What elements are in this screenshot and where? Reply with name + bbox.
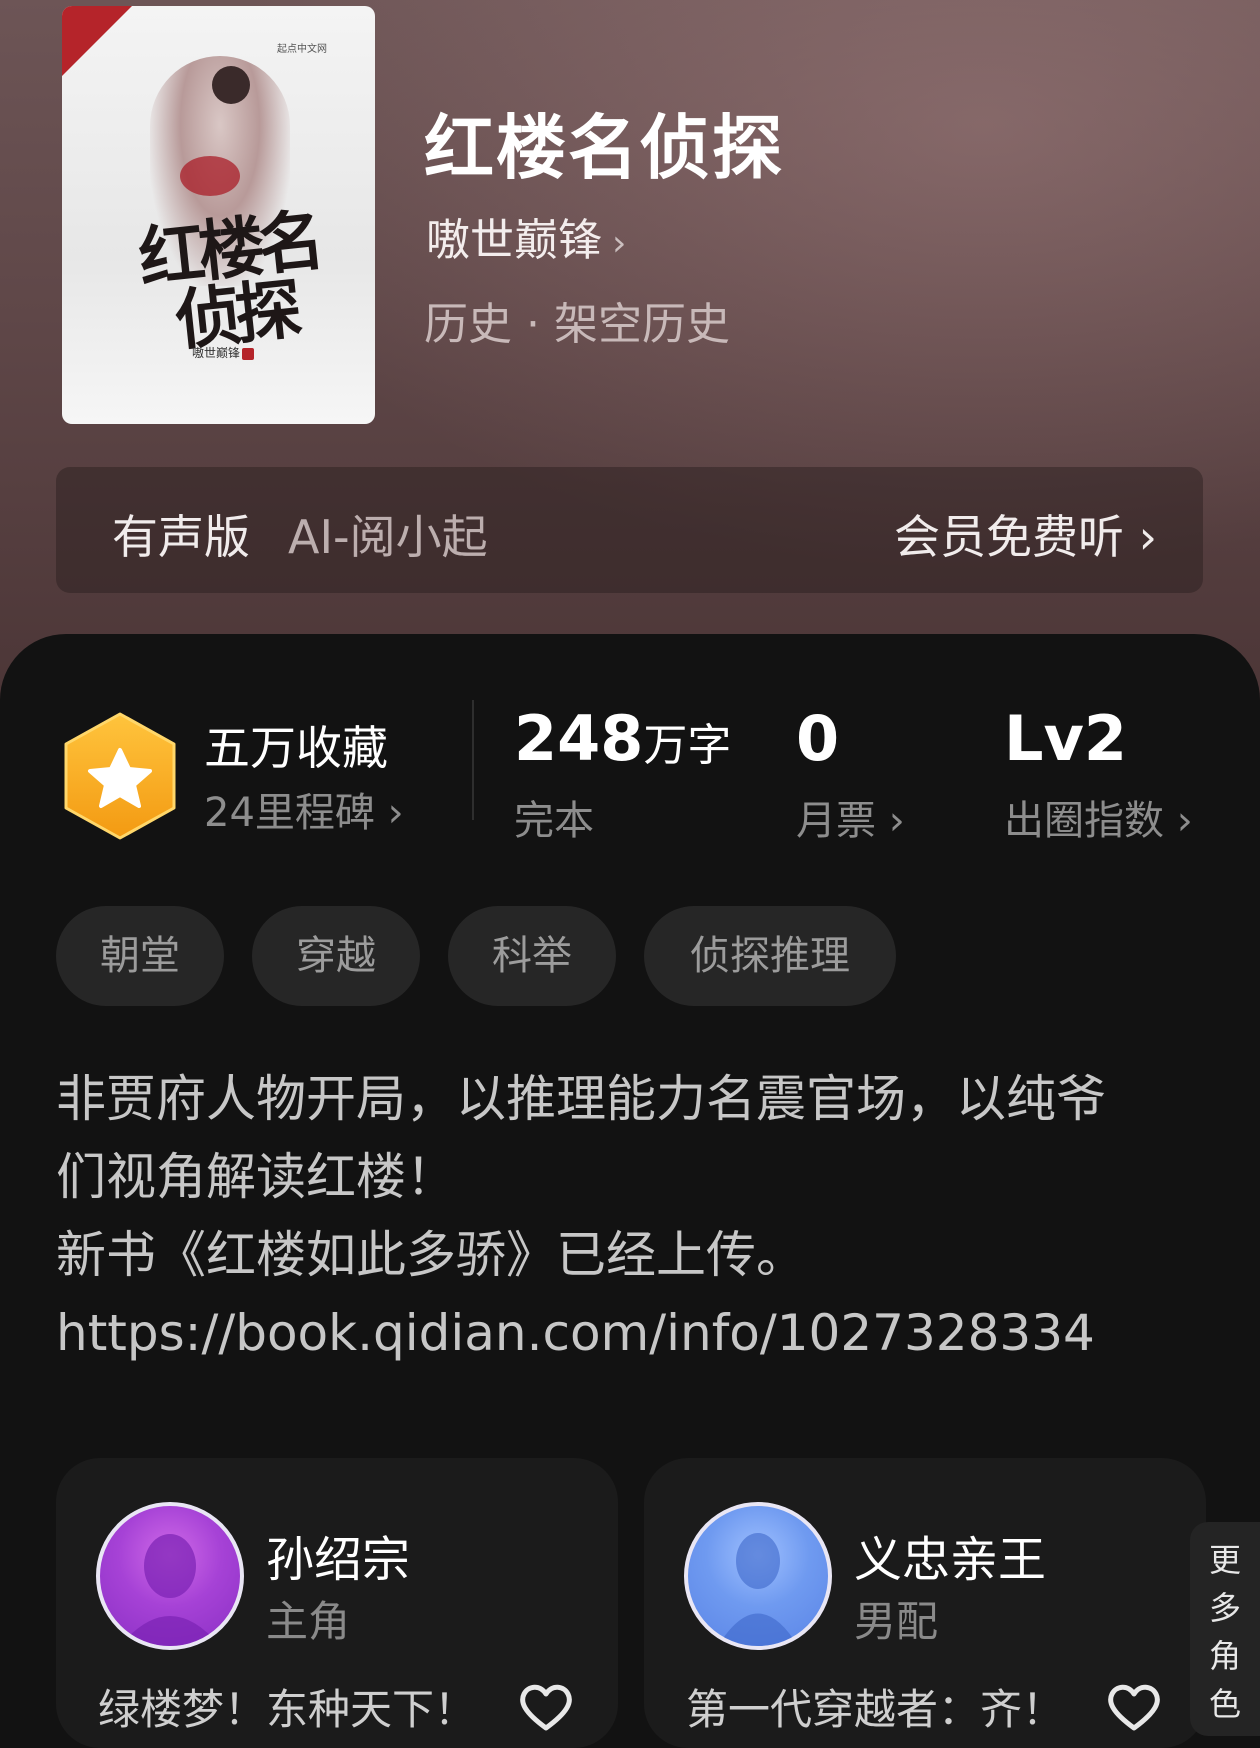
role-type: 男配	[854, 1597, 939, 1646]
chevron-right-icon: ›	[612, 223, 627, 264]
book-cover-image[interactable]: 起点中文网 红楼名侦探 嗷世巅锋	[62, 6, 375, 424]
popularity-index-link[interactable]: 出圈指数 ›	[1004, 788, 1193, 846]
person-silhouette-icon	[718, 1533, 798, 1646]
cover-figure-accent	[180, 156, 240, 196]
cover-publisher-text: 起点中文网	[277, 44, 327, 55]
more-roles-char: 更	[1208, 1541, 1241, 1579]
heart-icon[interactable]	[1106, 1682, 1162, 1732]
cover-author-text: 嗷世巅锋	[192, 344, 255, 361]
monthly-ticket-link[interactable]: 月票 ›	[796, 788, 905, 846]
milestone-link[interactable]: 24里程碑 ›	[204, 780, 404, 838]
star-badge-icon	[64, 712, 176, 840]
audio-label: 有声版	[112, 510, 250, 564]
monthly-ticket-count[interactable]: 0	[796, 702, 839, 775]
more-roles-char: 色	[1208, 1685, 1241, 1723]
role-name: 孙绍宗	[266, 1532, 411, 1588]
role-quote: 第一代穿越者：齐！	[686, 1685, 1065, 1734]
tag-chip[interactable]: 穿越	[252, 906, 420, 1006]
description-line: 们视角解读红楼！	[56, 1148, 456, 1206]
completion-status: 完本	[514, 798, 594, 844]
popularity-level[interactable]: Lv2	[1004, 702, 1127, 775]
description-line: 新书《红楼如此多骄》已经上传。	[56, 1226, 806, 1284]
book-description: 非贾府人物开局，以推理能力名震官场，以纯爷 们视角解读红楼！ 新书《红楼如此多骄…	[56, 1060, 1206, 1372]
role-type: 主角	[266, 1597, 351, 1646]
tag-chip[interactable]: 侦探推理	[644, 906, 896, 1006]
cover-author-seal	[242, 347, 255, 360]
milestone-title[interactable]: 五万收藏	[204, 712, 388, 778]
role-avatar	[684, 1502, 832, 1650]
word-count-number: 248	[514, 702, 644, 775]
description-link[interactable]: https://book.qidian.com/info/1027328334	[56, 1294, 1206, 1372]
stats-divider	[472, 700, 474, 820]
tag-chip[interactable]: 朝堂	[56, 906, 224, 1006]
heart-icon[interactable]	[518, 1682, 574, 1732]
book-genre[interactable]: 历史 · 架空历史	[424, 288, 730, 352]
word-count: 248万字	[514, 702, 731, 775]
more-roles-char: 角	[1208, 1637, 1241, 1675]
book-header: 起点中文网 红楼名侦探 嗷世巅锋 红楼名侦探 嗷世巅锋 › 历史 · 架空历史 有…	[0, 0, 1260, 700]
cover-author-name: 嗷世巅锋	[192, 346, 241, 360]
author-name: 嗷世巅锋	[426, 215, 602, 266]
cover-corner-ribbon	[62, 6, 132, 76]
more-roles-char: 多	[1208, 1589, 1241, 1627]
role-avatar	[96, 1502, 244, 1650]
cover-figure-hair	[212, 66, 250, 104]
role-name: 义忠亲王	[854, 1532, 1047, 1588]
tag-chip[interactable]: 科举	[448, 906, 616, 1006]
word-count-unit: 万字	[643, 720, 732, 771]
author-link[interactable]: 嗷世巅锋 ›	[426, 204, 626, 268]
cover-calligraphy-title: 红楼名侦探	[134, 200, 323, 360]
book-title: 红楼名侦探	[424, 106, 784, 189]
audio-voice: AI-阅小起	[288, 510, 488, 564]
role-quote: 绿楼梦！东种天下！	[98, 1685, 477, 1734]
person-silhouette-icon	[120, 1534, 220, 1646]
audio-version-bar[interactable]: 有声版 AI-阅小起 会员免费听 ›	[56, 467, 1203, 593]
description-line: 非贾府人物开局，以推理能力名震官场，以纯爷	[56, 1070, 1106, 1128]
member-free-listen-link[interactable]: 会员免费听 ›	[894, 501, 1157, 567]
role-card[interactable]: 义忠亲王 男配 第一代穿越者：齐！	[644, 1458, 1206, 1748]
role-card[interactable]: 孙绍宗 主角 绿楼梦！东种天下！	[56, 1458, 618, 1748]
